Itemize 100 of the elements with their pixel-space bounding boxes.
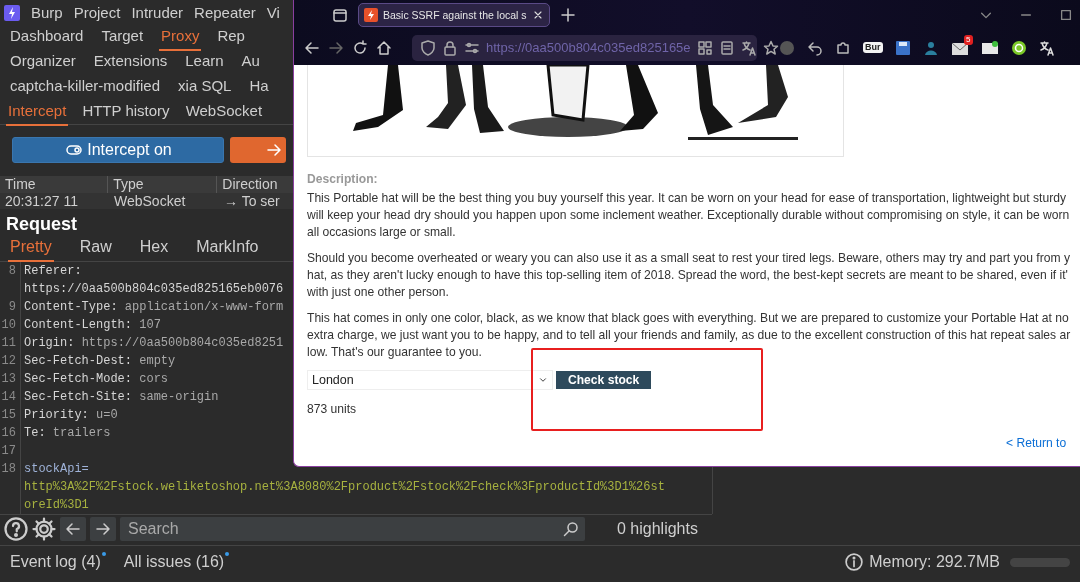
description-paragraph: Should you become overheated or weary you can also use it as a small seat to rest your tired legs. Beware, others may try and part you from y hat, as they aren't lucky enough to have this top-selling item of 2018. Spread the word, the best-kept secrets are meant to be shared, even if it' with just one other person. [307, 250, 1071, 301]
tab[interactable]: Organizer [8, 49, 78, 76]
forward-icon[interactable] [328, 39, 344, 56]
check-stock-button[interactable]: Check stock [556, 371, 652, 389]
search-field[interactable]: Search [120, 517, 585, 541]
event-log-link[interactable]: Event log (4) [10, 553, 106, 571]
code-text: Te: [24, 426, 46, 440]
code-text: Sec-Fetch-Site: [24, 390, 133, 404]
tab[interactable]: Pretty [8, 235, 54, 262]
code-text: trailers [52, 426, 111, 440]
description-paragraph: This Portable hat will be the best thing you buy yourself this year. It can be worn on your head for ease of transportation, lightweight but sturdy will keep your head dry should you happen upon some inclement weather. Exceptionally durable without compromising on style, it can be worn all occasions large or small. [307, 190, 1071, 241]
return-link[interactable]: < Return to [1006, 436, 1067, 450]
settings-icon[interactable] [32, 517, 56, 541]
code-text: u=0 [96, 408, 118, 422]
undo-icon[interactable] [807, 39, 823, 56]
shield-icon [420, 39, 436, 56]
lightning-icon [364, 8, 378, 22]
help-icon[interactable] [4, 517, 28, 541]
translate-icon[interactable] [740, 39, 757, 56]
code-text: same-origin [139, 390, 219, 404]
tab[interactable]: captcha-killer-modified [8, 74, 163, 101]
code-text: application/x-www-form [124, 300, 284, 314]
panel-title: Request [6, 213, 77, 236]
line-number: 15 [0, 406, 21, 424]
url-text: https://0aa500b804c035ed825165e [486, 40, 691, 55]
line-number: 8 [0, 262, 21, 280]
tab[interactable]: Dashboard [8, 24, 86, 51]
next-button[interactable] [90, 517, 116, 541]
line-number: 13 [0, 370, 21, 388]
tab[interactable]: Proxy [159, 24, 202, 51]
bolt-icon [4, 4, 20, 21]
code-text: Sec-Fetch-Dest: [24, 354, 133, 368]
code-text: Content-Type: [24, 300, 118, 314]
toggle-icon [64, 142, 85, 158]
line-number: 10 [0, 316, 21, 334]
chevron-down-icon [538, 375, 548, 385]
table-cell-text: → To ser [223, 193, 281, 209]
previous-button[interactable] [60, 517, 86, 541]
tab[interactable]: xia SQL [176, 74, 234, 101]
home-icon[interactable] [376, 39, 392, 56]
description-label: Description: [307, 171, 379, 188]
document-icon[interactable] [718, 39, 735, 56]
code-text: empty [139, 354, 176, 368]
tab[interactable]: Raw [77, 235, 114, 262]
envelope-icon[interactable] [980, 39, 999, 56]
line-number: 12 [0, 352, 21, 370]
tab[interactable]: WebSocket [183, 98, 265, 126]
menu-item[interactable]: Repeater [194, 4, 256, 21]
code-text: https://0aa500b804c035ed8251 [81, 336, 284, 350]
tab[interactable]: MarkInfo [194, 235, 261, 262]
back-icon[interactable] [304, 39, 320, 56]
star-icon[interactable] [762, 39, 779, 56]
circle-icon[interactable] [1010, 39, 1027, 56]
tab[interactable]: Ha [247, 74, 271, 101]
tab[interactable]: Intercept [6, 98, 69, 126]
menu-item[interactable]: Project [73, 4, 121, 21]
new-tab-icon[interactable] [559, 7, 576, 23]
store-dropdown[interactable]: London [307, 370, 553, 390]
code-text: http%3A%2F%2Fstock.weliketoshop.net%3A8080%2Fproduct%2Fstock%2Fcheck%3FproductId%3D1%26st [24, 480, 665, 494]
description-paragraph: This hat comes in only one color, black, as we know that black goes with everything. But we are prepared to customize your Portable Hat at no extra charge, we just want you to be happy, and to tell all your friends and family, as due to the excellent construction of this hat repeat sales ar low. That's our guarantee to you. [307, 310, 1072, 361]
browser-tab[interactable]: Basic SSRF against the local s [358, 3, 550, 27]
arrow-left-icon [65, 521, 81, 537]
menu-item[interactable]: Burp [31, 4, 63, 21]
tab[interactable]: Hex [137, 235, 171, 262]
tab[interactable]: Target [99, 24, 146, 51]
code-text: cors [139, 372, 169, 386]
issues-link[interactable]: All issues (16) [123, 553, 230, 571]
person-icon[interactable] [922, 39, 939, 56]
tab[interactable]: Au [239, 49, 262, 76]
forward-button[interactable] [230, 137, 286, 163]
maximize-icon[interactable] [1059, 8, 1073, 22]
search-icon [563, 521, 579, 537]
tab[interactable]: Learn [183, 49, 226, 76]
burp-extension-icon[interactable]: Bur [863, 42, 883, 53]
menu-item[interactable]: Vi [266, 4, 280, 21]
tab[interactable]: Rep [215, 24, 247, 51]
line-number: 18 [0, 460, 21, 478]
code-text: stockApi= [24, 462, 89, 476]
search-input[interactable]: Search [126, 519, 563, 539]
intercept-toggle-button[interactable]: Intercept on [12, 137, 224, 163]
tab[interactable]: Extensions [91, 49, 170, 76]
line-number: 16 [0, 424, 21, 442]
code-text: 107 [139, 318, 161, 332]
lock-icon [442, 39, 458, 56]
code-text: Referer: [24, 264, 82, 278]
line-number: 17 [0, 442, 21, 460]
line-number: 14 [0, 388, 21, 406]
tab[interactable]: HTTP history [80, 98, 172, 126]
memory-label: Memory: 292.7MB [869, 553, 1000, 571]
memory-bar [1010, 557, 1070, 567]
table-cell-text: 20:31:27 11 [4, 193, 79, 209]
qr-code-icon[interactable] [696, 39, 713, 56]
stock-result: 873 units [307, 402, 358, 416]
column-header[interactable]: Direction [217, 176, 293, 193]
tab-list-icon[interactable] [332, 7, 348, 23]
menu-item[interactable]: Intruder [131, 4, 184, 21]
code-text: Content-Length: [24, 318, 133, 332]
highlight-count: 0 highlights [617, 520, 698, 538]
arrow-right-icon [266, 142, 282, 158]
reload-icon[interactable] [352, 39, 368, 56]
